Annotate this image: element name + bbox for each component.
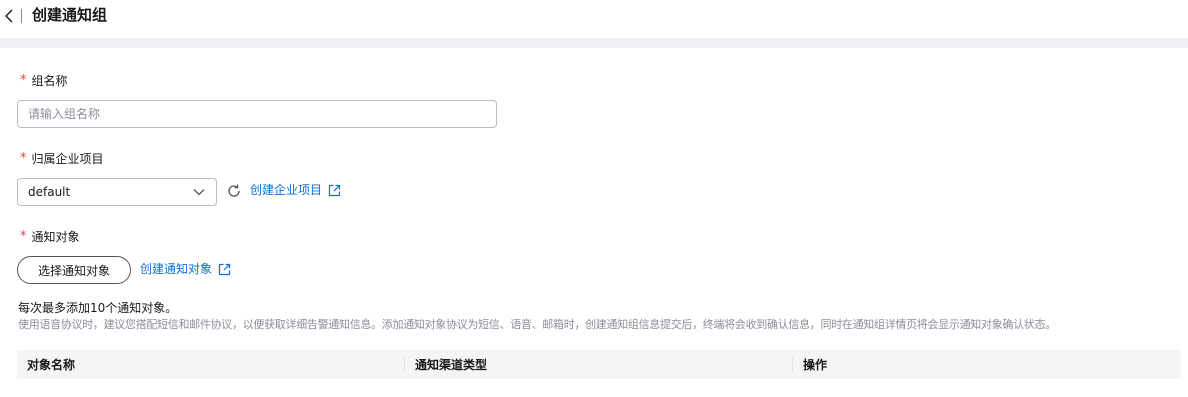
enterprise-project-label-text: 归属企业项目: [31, 152, 104, 166]
enterprise-project-select[interactable]: default: [17, 178, 217, 206]
required-mark: *: [20, 73, 27, 88]
create-enterprise-project-link[interactable]: 创建企业项目: [250, 182, 341, 198]
back-button[interactable]: [2, 7, 16, 25]
required-mark: *: [20, 151, 27, 166]
chevron-left-icon: [5, 9, 13, 23]
column-header-operation-text: 操作: [803, 358, 828, 372]
column-header-object-name: 对象名称: [17, 350, 405, 379]
column-header-operation: 操作: [793, 350, 1181, 379]
chevron-down-icon: [192, 185, 206, 199]
group-name-label-text: 组名称: [31, 74, 68, 88]
group-name-input[interactable]: [17, 100, 497, 128]
column-header-channel-type-text: 通知渠道类型: [415, 358, 488, 372]
required-mark: *: [20, 229, 27, 244]
enterprise-project-label: * 归属企业项目: [20, 151, 104, 167]
page-header: 创建通知组: [0, 0, 1188, 33]
external-link-icon: [218, 263, 231, 275]
hint-limit-text: 每次最多添加10个通知对象。: [18, 301, 178, 315]
external-link-icon: [328, 184, 341, 196]
column-header-channel-type: 通知渠道类型: [405, 350, 793, 379]
column-header-object-name-text: 对象名称: [27, 358, 76, 372]
notify-target-label: * 通知对象: [20, 229, 80, 245]
group-name-label: * 组名称: [20, 73, 68, 89]
notify-target-table-header: 对象名称 通知渠道类型 操作: [17, 350, 1181, 379]
header-divider: [21, 9, 22, 23]
create-enterprise-project-link-text: 创建企业项目: [250, 183, 323, 197]
enterprise-project-selected-value: default: [28, 185, 71, 199]
hint-description-text: 使用语音协议时，建议您搭配短信和邮件协议，以便获取详细告警通知信息。添加通知对象…: [18, 318, 1056, 331]
select-notify-target-button[interactable]: 选择通知对象: [17, 256, 131, 284]
notify-target-label-text: 通知对象: [31, 230, 80, 244]
header-separator-band: [0, 38, 1188, 48]
refresh-icon[interactable]: [226, 183, 242, 199]
page-title: 创建通知组: [32, 6, 108, 24]
create-notify-target-link-text: 创建通知对象: [140, 262, 213, 276]
create-notify-target-link[interactable]: 创建通知对象: [140, 261, 231, 277]
